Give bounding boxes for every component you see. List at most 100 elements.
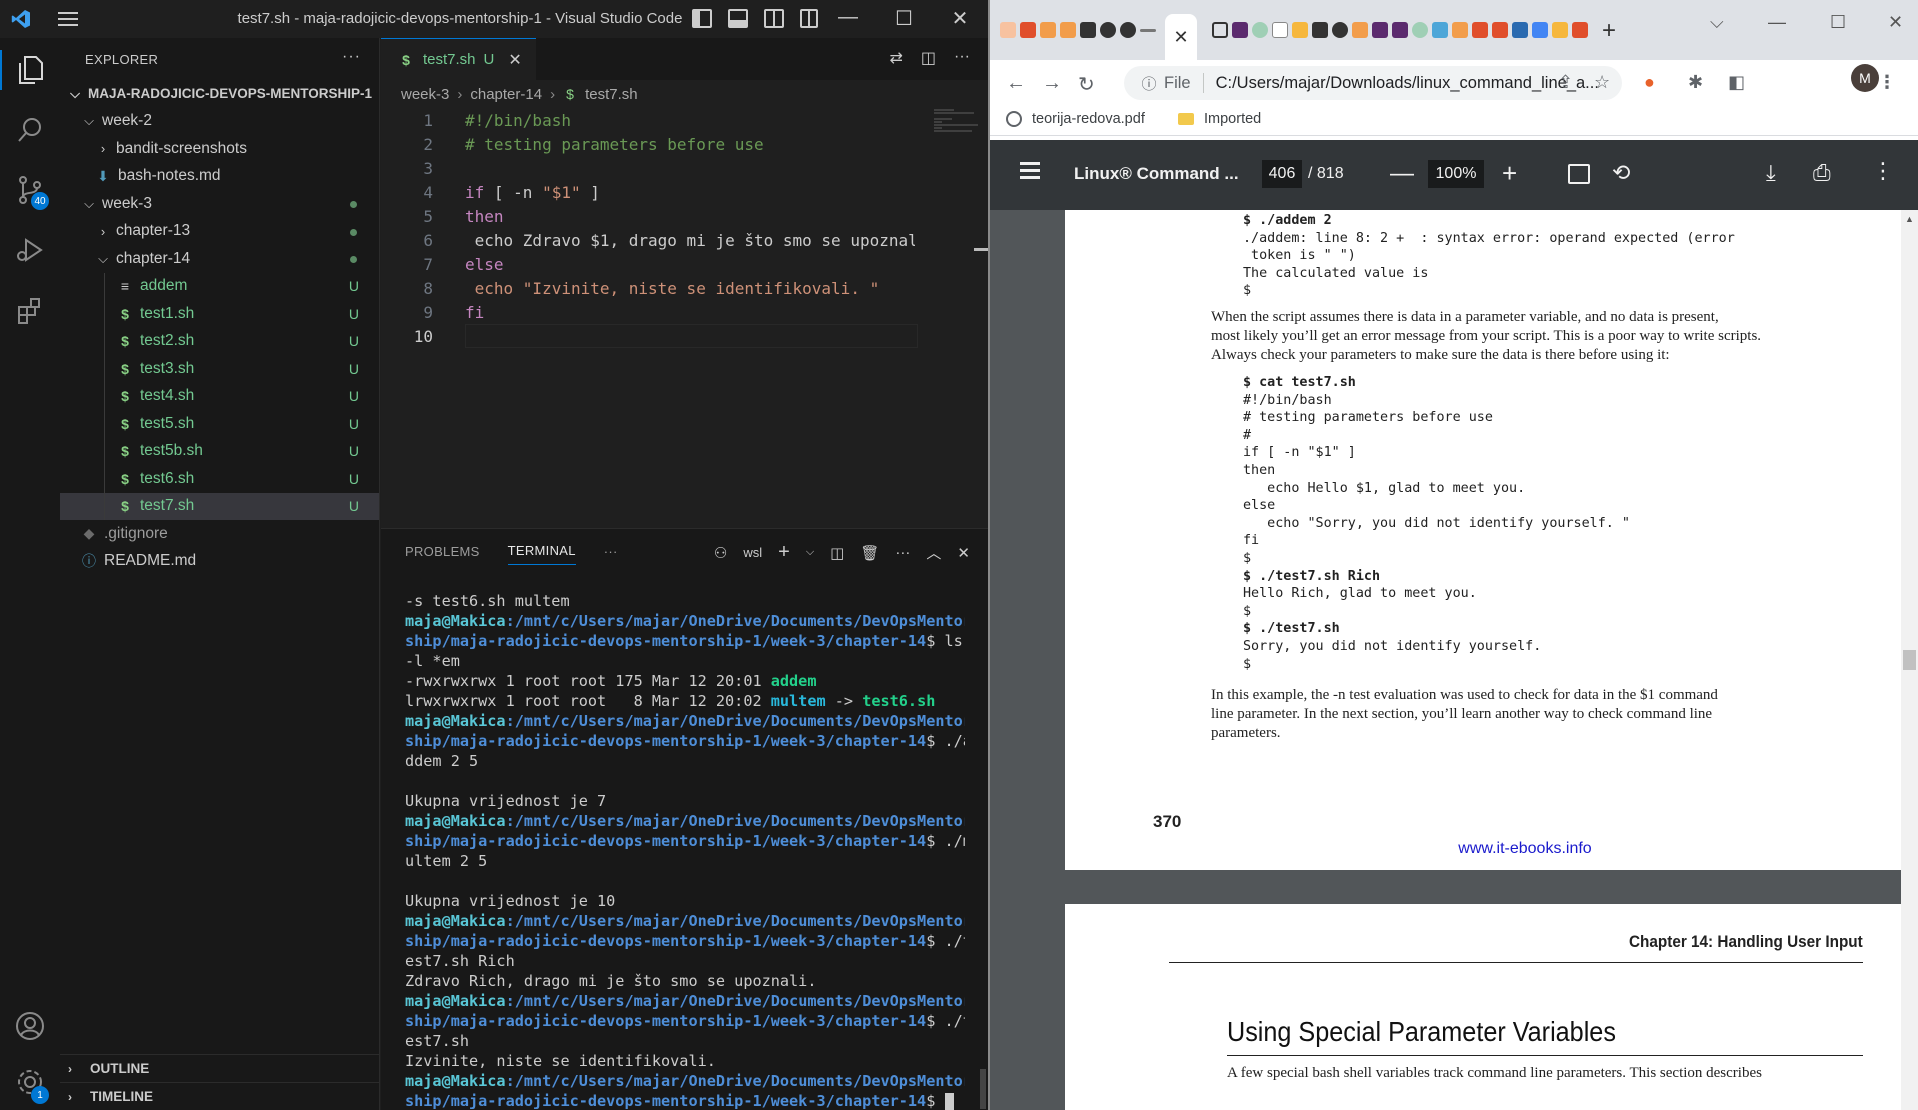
github-icon[interactable] (1312, 22, 1328, 38)
tree-file-gitignore[interactable]: ◆ .gitignore (60, 520, 379, 548)
tree-folder-chapter-13[interactable]: › chapter-13 (60, 218, 379, 246)
maximize-panel-icon[interactable]: ︿ (926, 542, 941, 563)
split-terminal-icon[interactable]: ◫ (830, 544, 844, 562)
tab-favicon-icon[interactable] (1040, 22, 1056, 38)
panel-more-icon[interactable]: ··· (604, 529, 618, 573)
tab-favicon-icon[interactable] (1212, 22, 1228, 38)
minimap[interactable] (926, 108, 988, 528)
tab-favicon-icon[interactable] (1452, 22, 1468, 38)
open-changes-icon[interactable]: ⇄ (889, 48, 902, 68)
tree-file-test5b[interactable]: $ test5b.sh U (60, 437, 379, 465)
tree-file-test1[interactable]: $ test1.sh U (60, 300, 379, 328)
tree-file-test5[interactable]: $ test5.sh U (60, 410, 379, 438)
tab-favicon-icon[interactable] (1552, 22, 1568, 38)
new-terminal-icon[interactable]: + (778, 541, 790, 564)
bookmark-folder-imported[interactable]: Imported (1178, 111, 1261, 127)
source-control-icon[interactable]: 40 (0, 162, 60, 218)
tree-file-readme[interactable]: ⓘ README.md (60, 548, 379, 576)
rotate-icon[interactable]: ⟲ (1612, 160, 1630, 186)
tab-test7-sh[interactable]: $ test7.sh U ✕ (381, 38, 536, 80)
more-actions-icon[interactable]: ··· (895, 544, 910, 561)
address-bar[interactable]: ⓘ File C:/Users/majar/Downloads/linux_co… (1124, 66, 1622, 100)
trash-icon[interactable]: 🗑 (860, 544, 879, 562)
run-debug-icon[interactable] (0, 222, 60, 278)
tab-favicon-icon[interactable] (1432, 22, 1448, 38)
tree-folder-week-2[interactable]: ⌵ week-2 (60, 108, 379, 136)
pdf-scrollbar[interactable]: ▲ (1901, 210, 1918, 1110)
page-number-input[interactable] (1262, 160, 1302, 188)
footer-link[interactable]: www.it-ebooks.info (1365, 840, 1685, 858)
restore-icon[interactable]: ☐ (1830, 12, 1846, 33)
profile-avatar[interactable]: M (1851, 64, 1879, 92)
tab-favicon-icon[interactable] (1412, 22, 1428, 38)
tab-search-chevron-icon[interactable]: ⌵ (1710, 12, 1724, 33)
maximize-icon[interactable]: ☐ (892, 6, 916, 31)
github-icon[interactable] (1080, 22, 1096, 38)
download-icon[interactable]: ⤓ (1766, 160, 1776, 186)
close-window-icon[interactable]: ✕ (948, 6, 972, 31)
tab-favicon-icon[interactable] (1272, 22, 1288, 38)
github-icon[interactable] (1332, 22, 1348, 38)
active-tab-close-icon[interactable]: ✕ (1165, 14, 1197, 60)
workspace-root[interactable]: ⌵ MAJA-RADOJICIC-DEVOPS-MENTORSHIP-1 (60, 80, 379, 108)
zoom-out-icon[interactable]: — (1390, 160, 1414, 188)
chrome-menu-icon[interactable]: ⋮ (1878, 72, 1896, 93)
tree-file-bash-notes[interactable]: ⬇ bash-notes.md (60, 163, 379, 191)
more-actions-icon[interactable]: ··· (954, 48, 970, 68)
scroll-up-icon[interactable]: ▲ (1905, 214, 1914, 224)
terminal-output[interactable]: -s test6.sh multem maja@Makica:/mnt/c/Use… (405, 591, 965, 1110)
chevron-down-icon[interactable]: ⌵ (806, 546, 814, 559)
tab-problems[interactable]: PROBLEMS (405, 529, 480, 573)
new-tab-icon[interactable]: + (1602, 17, 1616, 45)
tab-favicon-icon[interactable] (1140, 29, 1156, 32)
tree-folder-chapter-14[interactable]: ⌵ chapter-14 (60, 245, 379, 273)
tree-file-addem[interactable]: ≡ addem U (60, 272, 379, 300)
tab-terminal[interactable]: TERMINAL (507, 537, 576, 565)
timeline-section[interactable]: › TIMELINE (60, 1082, 380, 1110)
github-icon[interactable] (1120, 22, 1136, 38)
tab-favicon-icon[interactable] (1020, 22, 1036, 38)
tab-favicon-icon[interactable] (1372, 22, 1388, 38)
fit-to-page-icon[interactable] (1568, 164, 1590, 184)
print-icon[interactable]: ⎙ (1813, 160, 1831, 186)
forward-icon[interactable]: → (1042, 72, 1062, 95)
tab-favicon-icon[interactable] (1392, 22, 1408, 38)
settings-gear-icon[interactable]: 1 (0, 1054, 60, 1110)
tab-favicon-icon[interactable] (1292, 22, 1308, 38)
tree-file-test7[interactable]: $ test7.sh U (60, 492, 379, 520)
more-actions-icon[interactable]: ··· (342, 48, 361, 66)
toggle-primary-sidebar-icon[interactable] (692, 9, 712, 28)
code-editor[interactable]: 1 #!/bin/bash 2 # testing parameters bef… (381, 108, 988, 348)
google-icon[interactable] (1532, 22, 1548, 38)
tab-favicon-icon[interactable] (1572, 22, 1588, 38)
tab-favicon-icon[interactable] (1060, 22, 1076, 38)
close-window-icon[interactable]: ✕ (1888, 12, 1903, 33)
editor-scrollbar[interactable] (974, 248, 988, 251)
github-icon[interactable] (1100, 22, 1116, 38)
zoom-in-icon[interactable]: + (1502, 158, 1517, 189)
toggle-panel-icon[interactable] (728, 9, 748, 28)
toggle-secondary-sidebar-icon[interactable] (764, 9, 784, 28)
tree-file-test4[interactable]: $ test4.sh U (60, 382, 379, 410)
side-panel-icon[interactable]: ◧ (1728, 72, 1745, 93)
tab-favicon-icon[interactable] (1352, 22, 1368, 38)
reload-icon[interactable]: ↻ (1078, 72, 1095, 97)
more-options-icon[interactable]: ⋮ (1872, 158, 1894, 184)
customize-layout-icon[interactable] (800, 9, 818, 28)
tab-favicon-icon[interactable] (1512, 22, 1528, 38)
minimize-icon[interactable]: — (1768, 12, 1786, 33)
hamburger-menu-icon[interactable] (42, 0, 94, 38)
close-tab-icon[interactable]: ✕ (508, 50, 521, 70)
explorer-icon[interactable] (0, 42, 60, 98)
bookmark-star-icon[interactable]: ☆ (1594, 72, 1610, 93)
pdf-sidebar-menu-icon[interactable] (1020, 162, 1040, 183)
breadcrumb-item[interactable]: chapter-14 (470, 86, 542, 103)
tree-file-test3[interactable]: $ test3.sh U (60, 355, 379, 383)
site-info-icon[interactable]: ⓘ (1134, 73, 1164, 94)
outline-section[interactable]: › OUTLINE (60, 1054, 380, 1082)
accounts-icon[interactable] (0, 998, 60, 1054)
terminal-scrollbar[interactable] (980, 1069, 986, 1109)
tree-file-test6[interactable]: $ test6.sh U (60, 465, 379, 493)
breadcrumb-item[interactable]: week-3 (401, 86, 449, 103)
pdf-viewer[interactable]: $ ./addem 2 ./addem: line 8: 2 + : syntax… (990, 210, 1918, 1110)
